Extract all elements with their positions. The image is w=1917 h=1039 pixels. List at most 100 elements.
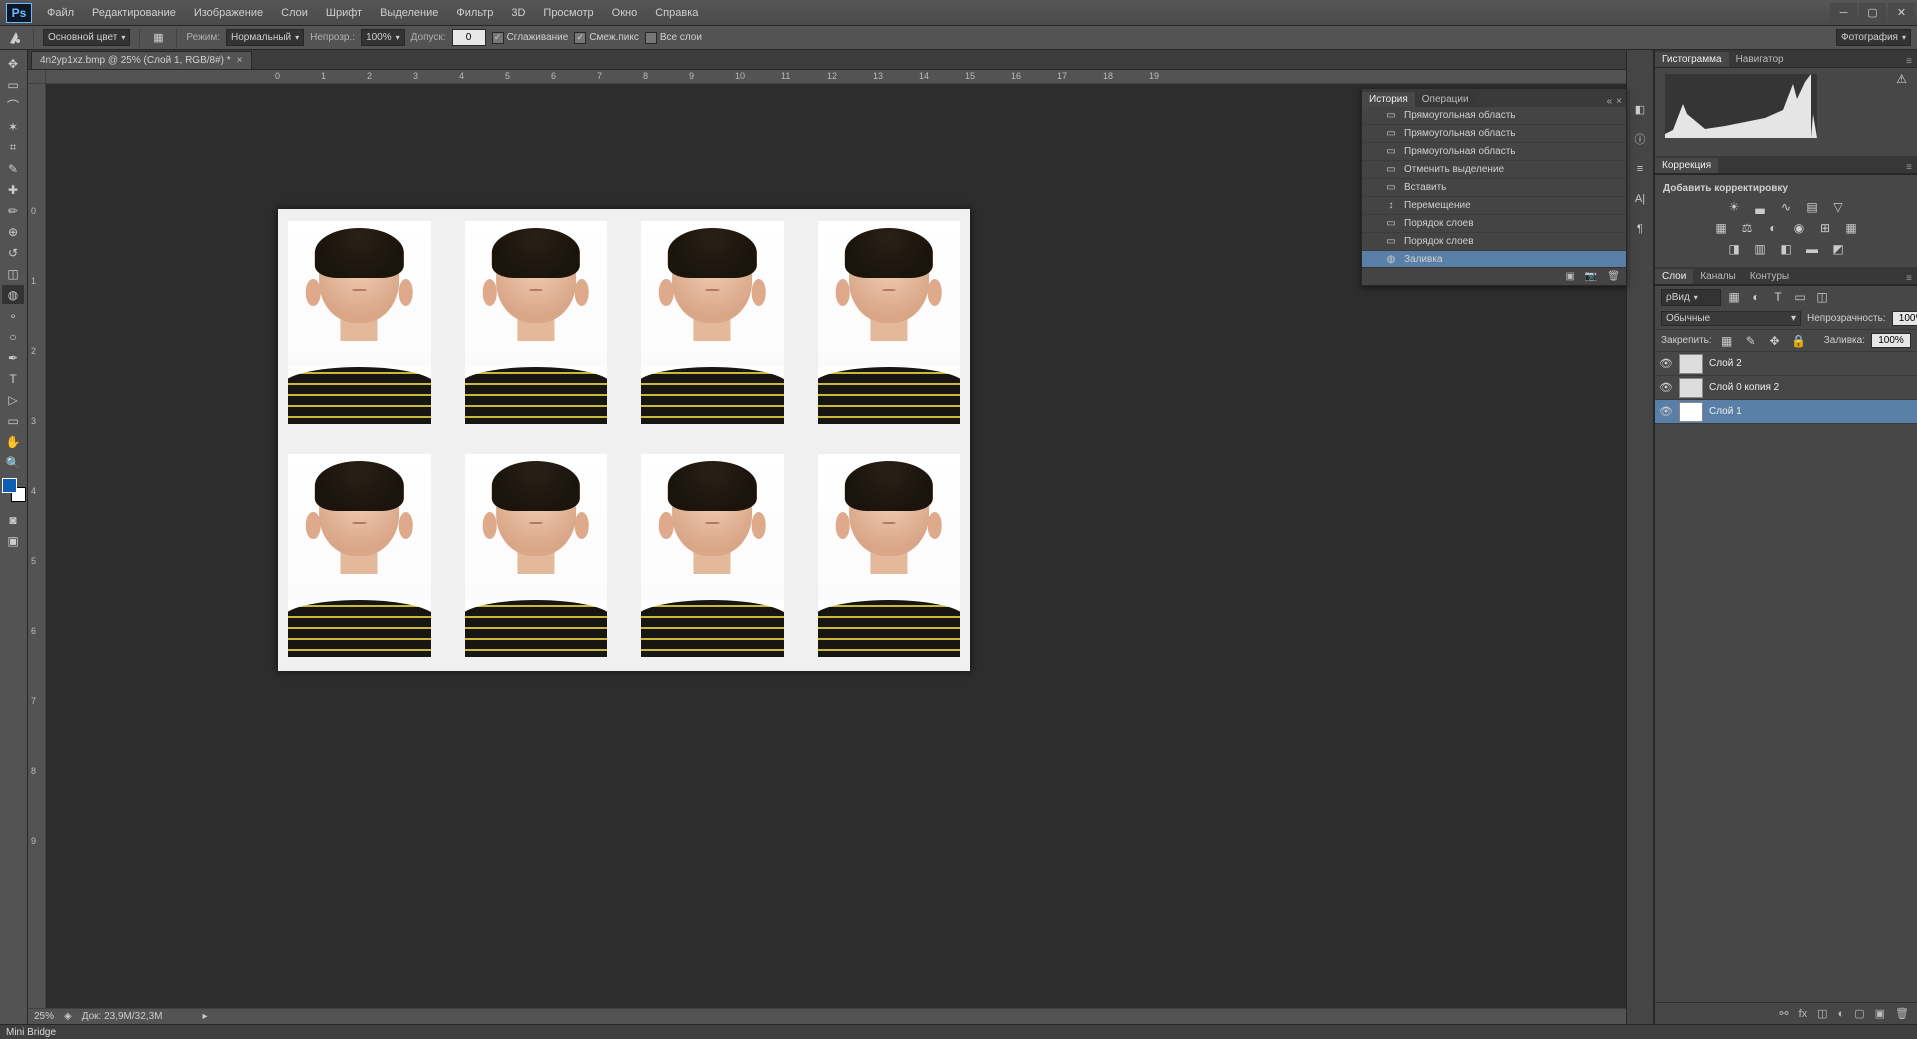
history-item[interactable]: ▭Вставить <box>1362 179 1626 197</box>
quick-mask-toggle[interactable]: ◙ <box>2 510 24 529</box>
tab-layers[interactable]: Слои <box>1655 269 1693 284</box>
layer-fill-input[interactable] <box>1871 333 1911 348</box>
paragraph-panel-icon[interactable]: ¶ <box>1631 220 1649 238</box>
color-balance-icon[interactable]: ⚖ <box>1738 219 1756 237</box>
menu-type[interactable]: Шрифт <box>317 2 371 24</box>
menu-help[interactable]: Справка <box>646 2 707 24</box>
document-tab-close-icon[interactable]: × <box>237 55 243 66</box>
tab-history[interactable]: История <box>1362 92 1415 107</box>
minimize-button[interactable]: ─ <box>1830 3 1857 23</box>
menu-3d[interactable]: 3D <box>502 2 534 24</box>
mini-bridge-tab[interactable]: Mini Bridge <box>6 1027 56 1038</box>
color-panel-icon[interactable]: ◧ <box>1631 100 1649 118</box>
eyedropper-tool[interactable]: ✎ <box>2 159 24 178</box>
gradient-map-icon[interactable]: ▬ <box>1803 240 1821 258</box>
adjustments-panel-icon[interactable]: ≡ <box>1631 160 1649 178</box>
filter-adjust-icon[interactable]: ◐ <box>1747 288 1765 306</box>
lock-position-icon[interactable]: ✥ <box>1766 332 1784 350</box>
document-tab[interactable]: 4n2yp1xz.bmp @ 25% (Слой 1, RGB/8#) * × <box>31 51 252 69</box>
photo-filter-icon[interactable]: ◉ <box>1790 219 1808 237</box>
link-layers-icon[interactable]: ⚯ <box>1779 1007 1788 1020</box>
delete-layer-icon[interactable]: 🗑 <box>1895 1007 1909 1020</box>
vertical-ruler[interactable]: 0123456789 <box>28 84 46 1008</box>
pen-tool[interactable]: ✒ <box>2 348 24 367</box>
levels-icon[interactable]: ▃ <box>1751 198 1769 216</box>
curves-icon[interactable]: ∿ <box>1777 198 1795 216</box>
antialias-checkbox[interactable]: ✓Сглаживание <box>492 32 569 44</box>
bucket-tool[interactable]: ◍ <box>2 285 24 304</box>
threshold-icon[interactable]: ◧ <box>1777 240 1795 258</box>
panel-close-icon[interactable]: × <box>1616 96 1622 107</box>
blend-mode-select[interactable]: Обычные▾ <box>1661 311 1801 326</box>
maximize-button[interactable]: ▢ <box>1859 3 1886 23</box>
new-snapshot-icon[interactable]: 📷 <box>1585 271 1597 282</box>
channel-mixer-icon[interactable]: ⊞ <box>1816 219 1834 237</box>
horizontal-ruler[interactable]: 012345678910111213141516171819 <box>46 70 1626 84</box>
foreground-color-swatch[interactable] <box>2 478 17 493</box>
new-adjustment-icon[interactable]: ◐ <box>1838 1008 1845 1020</box>
history-item[interactable]: ◍Заливка <box>1362 251 1626 267</box>
lasso-tool[interactable]: ⌒ <box>2 96 24 115</box>
filter-type-icon[interactable]: T <box>1769 288 1787 306</box>
healing-tool[interactable]: ✚ <box>2 180 24 199</box>
invert-icon[interactable]: ◨ <box>1725 240 1743 258</box>
close-button[interactable]: ✕ <box>1888 3 1915 23</box>
brush-tool[interactable]: ✏ <box>2 201 24 220</box>
bw-icon[interactable]: ◐ <box>1764 219 1782 237</box>
history-item[interactable]: ▭Прямоугольная область <box>1362 107 1626 125</box>
tab-paths[interactable]: Контуры <box>1743 269 1796 284</box>
vibrance-icon[interactable]: ▽ <box>1829 198 1847 216</box>
history-item[interactable]: ▭Прямоугольная область <box>1362 125 1626 143</box>
panel-menu-icon[interactable]: ≡ <box>1901 162 1917 173</box>
screen-mode-toggle[interactable]: ▣ <box>2 531 24 550</box>
menu-filter[interactable]: Фильтр <box>447 2 502 24</box>
menu-image[interactable]: Изображение <box>185 2 272 24</box>
mini-nav-icon[interactable]: ◈ <box>64 1011 72 1022</box>
info-panel-icon[interactable]: ⓘ <box>1631 130 1649 148</box>
mode-select[interactable]: Нормальный▾ <box>226 29 304 46</box>
layer-thumbnail[interactable] <box>1679 402 1703 422</box>
delete-state-icon[interactable]: 🗑 <box>1607 271 1620 282</box>
blur-tool[interactable]: ∘ <box>2 306 24 325</box>
panel-menu-icon[interactable]: ≡ <box>1901 56 1917 67</box>
type-tool[interactable]: T <box>2 369 24 388</box>
history-item[interactable]: ▭Отменить выделение <box>1362 161 1626 179</box>
history-item[interactable]: ▭Порядок слоев <box>1362 215 1626 233</box>
histogram-warning-icon[interactable]: ⚠ <box>1896 72 1907 86</box>
hue-icon[interactable]: ▦ <box>1712 219 1730 237</box>
active-tool-icon[interactable] <box>6 29 24 47</box>
tab-corrections[interactable]: Коррекция <box>1655 158 1718 173</box>
layer-row[interactable]: 👁Слой 0 копия 2 <box>1655 376 1917 400</box>
lock-transparency-icon[interactable]: ▦ <box>1718 332 1736 350</box>
layer-visibility-icon[interactable]: 👁 <box>1659 381 1673 394</box>
pattern-picker-icon[interactable]: ▦ <box>149 29 167 47</box>
tab-histogram[interactable]: Гистограмма <box>1655 52 1729 67</box>
zoom-tool[interactable]: 🔍 <box>2 453 24 472</box>
layer-row[interactable]: 👁Слой 1 <box>1655 400 1917 424</box>
path-select-tool[interactable]: ▷ <box>2 390 24 409</box>
hand-tool[interactable]: ✋ <box>2 432 24 451</box>
layer-opacity-input[interactable] <box>1892 311 1917 326</box>
panel-menu-icon[interactable]: ≡ <box>1901 273 1917 284</box>
exposure-icon[interactable]: ▤ <box>1803 198 1821 216</box>
menu-edit[interactable]: Редактирование <box>83 2 185 24</box>
stamp-tool[interactable]: ⊕ <box>2 222 24 241</box>
brightness-icon[interactable]: ☀ <box>1725 198 1743 216</box>
selective-color-icon[interactable]: ◩ <box>1829 240 1847 258</box>
tab-channels[interactable]: Каналы <box>1693 269 1743 284</box>
all-layers-checkbox[interactable]: Все слои <box>645 32 702 44</box>
layer-row[interactable]: 👁Слой 2 <box>1655 352 1917 376</box>
color-swatches[interactable] <box>2 478 26 502</box>
marquee-tool[interactable]: ▭ <box>2 75 24 94</box>
filter-smart-icon[interactable]: ◫ <box>1813 288 1831 306</box>
dodge-tool[interactable]: ○ <box>2 327 24 346</box>
character-panel-icon[interactable]: A| <box>1631 190 1649 208</box>
history-item[interactable]: ▭Прямоугольная область <box>1362 143 1626 161</box>
layer-mask-icon[interactable]: ◫ <box>1817 1007 1827 1020</box>
new-layer-icon[interactable]: ▣ <box>1875 1007 1885 1020</box>
tolerance-input[interactable] <box>452 29 486 46</box>
shape-tool[interactable]: ▭ <box>2 411 24 430</box>
zoom-level[interactable]: 25% <box>34 1011 54 1022</box>
posterize-icon[interactable]: ▥ <box>1751 240 1769 258</box>
ruler-origin[interactable] <box>28 70 46 84</box>
